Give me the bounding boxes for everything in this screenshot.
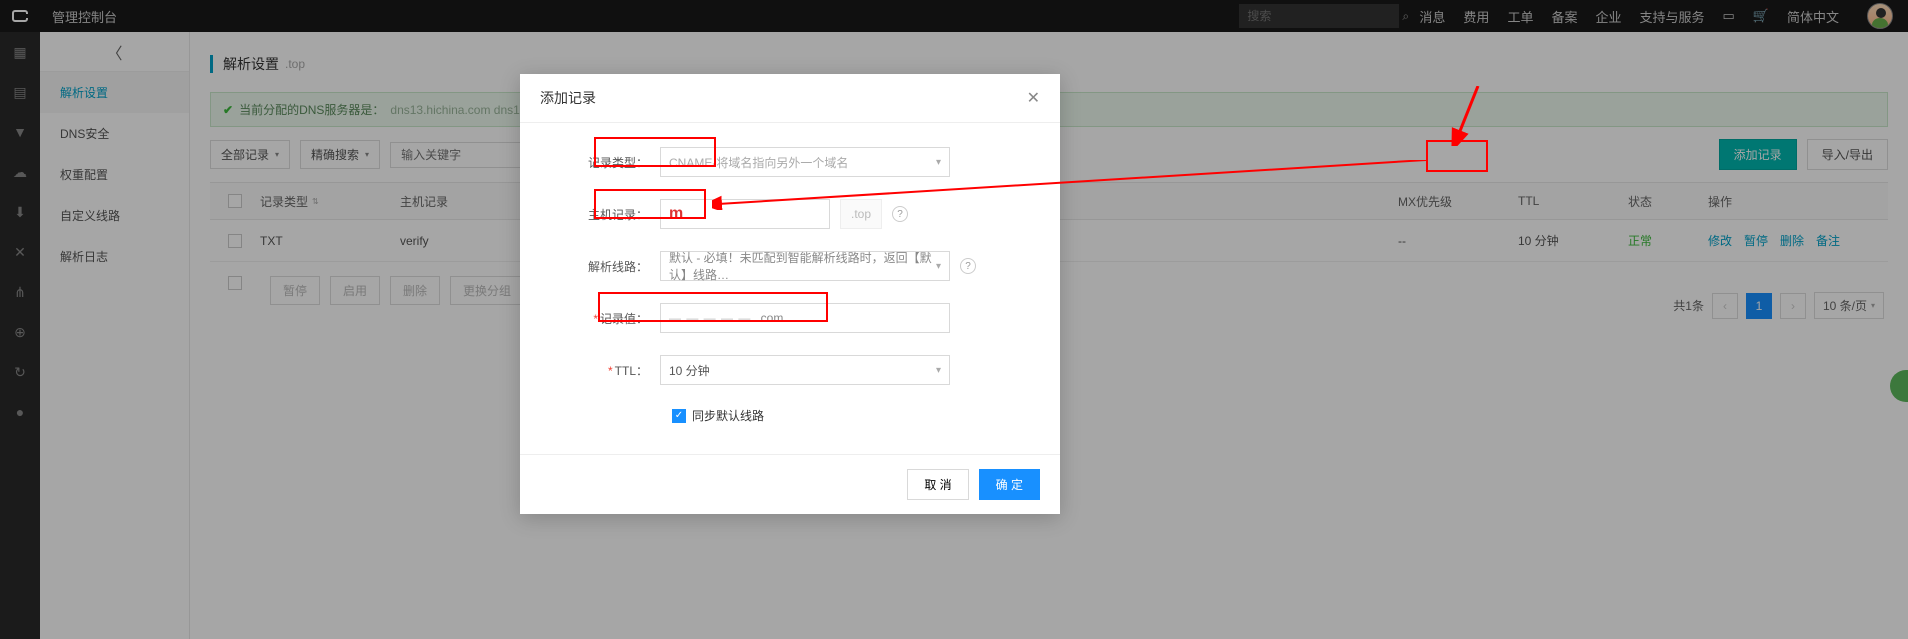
modal-close-icon[interactable]: ✕ (1027, 88, 1040, 108)
record-value-masked: ▬ ▬ ▬ ▬ ▬ (669, 311, 751, 325)
sync-checkbox-label: 同步默认线路 (692, 407, 764, 424)
select-ttl[interactable]: 10 分钟 ▾ (660, 355, 950, 385)
input-host-record[interactable] (669, 205, 821, 223)
select-record-type-value: CNAME-将域名指向另外一个域名 (669, 154, 936, 171)
input-record-value[interactable]: ▬ ▬ ▬ ▬ ▬ .com (660, 303, 950, 333)
record-value-suffix: .com (757, 311, 783, 325)
confirm-button[interactable]: 确 定 (979, 469, 1040, 500)
help-icon[interactable]: ? (892, 206, 908, 222)
label-line: 解析线路： (540, 258, 660, 275)
select-line-value: 默认 - 必填！未匹配到智能解析线路时，返回【默认】线路… (669, 249, 936, 283)
modal-title: 添加记录 (540, 88, 596, 108)
host-suffix: .top (840, 199, 882, 229)
label-host-record: 主机记录： (540, 206, 660, 223)
cancel-button[interactable]: 取 消 (907, 469, 968, 500)
chevron-down-icon: ▾ (936, 365, 941, 376)
select-ttl-value: 10 分钟 (669, 362, 936, 379)
help-icon[interactable]: ? (960, 258, 976, 274)
select-line[interactable]: 默认 - 必填！未匹配到智能解析线路时，返回【默认】线路… ▾ (660, 251, 950, 281)
chevron-down-icon: ▾ (936, 261, 941, 272)
sync-checkbox[interactable]: ✓ (672, 409, 686, 423)
add-record-modal: 添加记录 ✕ 记录类型： CNAME-将域名指向另外一个域名 ▾ 主机记录： .… (520, 74, 1060, 514)
label-record-value: *记录值： (540, 310, 660, 327)
select-record-type[interactable]: CNAME-将域名指向另外一个域名 ▾ (660, 147, 950, 177)
chevron-down-icon: ▾ (936, 157, 941, 168)
label-ttl: *TTL： (540, 362, 660, 379)
input-host-record-wrap[interactable] (660, 199, 830, 229)
label-record-type: 记录类型： (540, 154, 660, 171)
